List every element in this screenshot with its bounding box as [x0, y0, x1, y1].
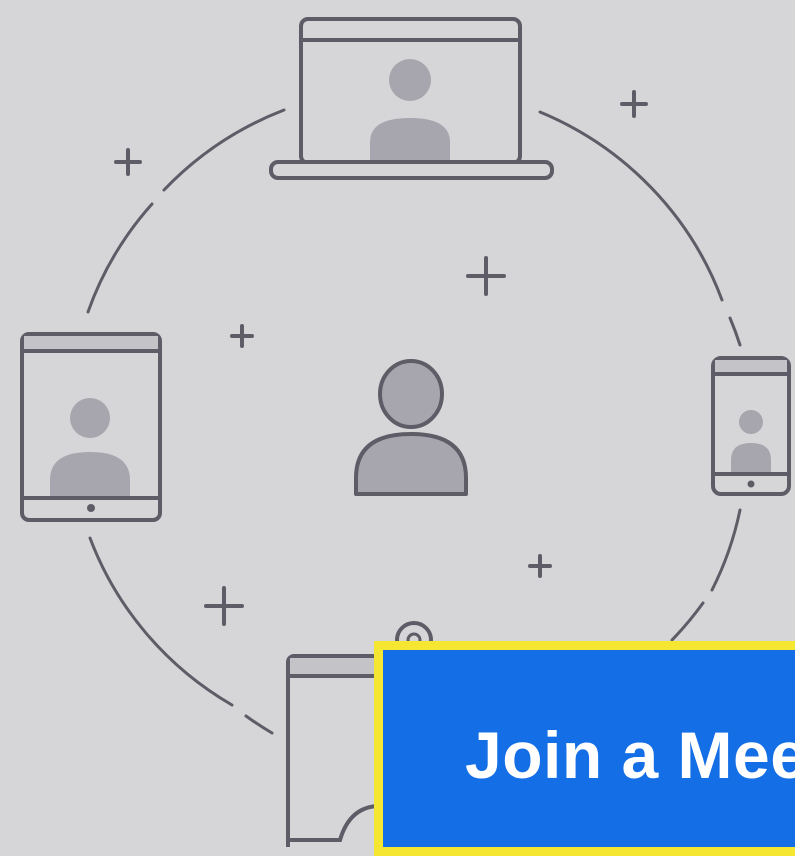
plus-icon: [114, 148, 142, 176]
user-icon: [354, 359, 468, 496]
laptop-icon: [269, 17, 554, 180]
join-meeting-label: Join a Meeting: [465, 718, 795, 792]
tablet-icon: [20, 332, 162, 522]
plus-icon: [528, 554, 552, 578]
plus-icon: [230, 324, 254, 348]
plus-icon: [620, 90, 648, 118]
phone-icon: [711, 356, 791, 496]
plus-icon: [204, 586, 244, 626]
join-meeting-button[interactable]: Join a Meeting: [374, 641, 795, 856]
plus-icon: [466, 256, 506, 296]
